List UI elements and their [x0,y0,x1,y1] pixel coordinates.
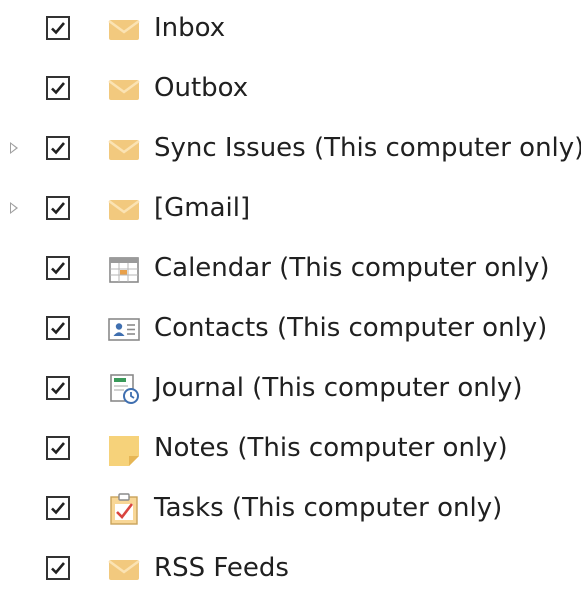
folder-row-gmail[interactable]: [Gmail] [0,180,581,240]
folder-label-gmail: [Gmail] [154,193,251,223]
folder-label-notes: Notes (This computer only) [154,433,508,463]
folder-row-calendar[interactable]: Calendar (This computer only) [0,240,581,300]
checkbox-tasks[interactable] [46,496,70,520]
folder-label-inbox: Inbox [154,13,226,43]
mail-icon [106,12,142,46]
mail-icon [106,72,142,106]
folder-row-inbox[interactable]: Inbox [0,0,581,60]
checkmark-icon [51,442,65,455]
checkmark-icon [51,262,65,275]
folder-tree: Inbox Outbox Sync Issues (This computer … [0,0,581,593]
folder-label-tasks: Tasks (This computer only) [154,493,503,523]
checkbox-outbox[interactable] [46,76,70,100]
folder-label-rss-feeds: RSS Feeds [154,553,289,583]
folder-row-rss-feeds[interactable]: RSS Feeds [0,540,581,600]
calendar-icon [106,252,142,286]
mail-icon [106,132,142,166]
contacts-icon [106,312,142,346]
checkmark-icon [51,562,65,575]
folder-row-contacts[interactable]: Contacts (This computer only) [0,300,581,360]
checkbox-sync-issues[interactable] [46,136,70,160]
tasks-icon [106,492,142,526]
checkmark-icon [51,502,65,515]
folder-label-journal: Journal (This computer only) [154,373,523,403]
folder-label-calendar: Calendar (This computer only) [154,253,550,283]
checkbox-contacts[interactable] [46,316,70,340]
checkbox-gmail[interactable] [46,196,70,220]
checkmark-icon [51,142,65,155]
checkbox-notes[interactable] [46,436,70,460]
folder-row-notes[interactable]: Notes (This computer only) [0,420,581,480]
folder-label-contacts: Contacts (This computer only) [154,313,548,343]
folder-row-sync-issues[interactable]: Sync Issues (This computer only) [0,120,581,180]
mail-icon [106,552,142,586]
checkmark-icon [51,382,65,395]
checkmark-icon [51,22,65,35]
checkbox-calendar[interactable] [46,256,70,280]
checkbox-journal[interactable] [46,376,70,400]
folder-row-journal[interactable]: Journal (This computer only) [0,360,581,420]
checkbox-inbox[interactable] [46,16,70,40]
folder-row-tasks[interactable]: Tasks (This computer only) [0,480,581,540]
journal-icon [106,372,142,406]
expand-arrow-icon[interactable] [10,202,18,214]
checkbox-rss-feeds[interactable] [46,556,70,580]
folder-label-outbox: Outbox [154,73,249,103]
checkmark-icon [51,322,65,335]
checkmark-icon [51,82,65,95]
notes-icon [106,432,142,466]
folder-label-sync-issues: Sync Issues (This computer only) [154,133,581,163]
expand-arrow-icon[interactable] [10,142,18,154]
checkmark-icon [51,202,65,215]
folder-row-outbox[interactable]: Outbox [0,60,581,120]
mail-icon [106,192,142,226]
